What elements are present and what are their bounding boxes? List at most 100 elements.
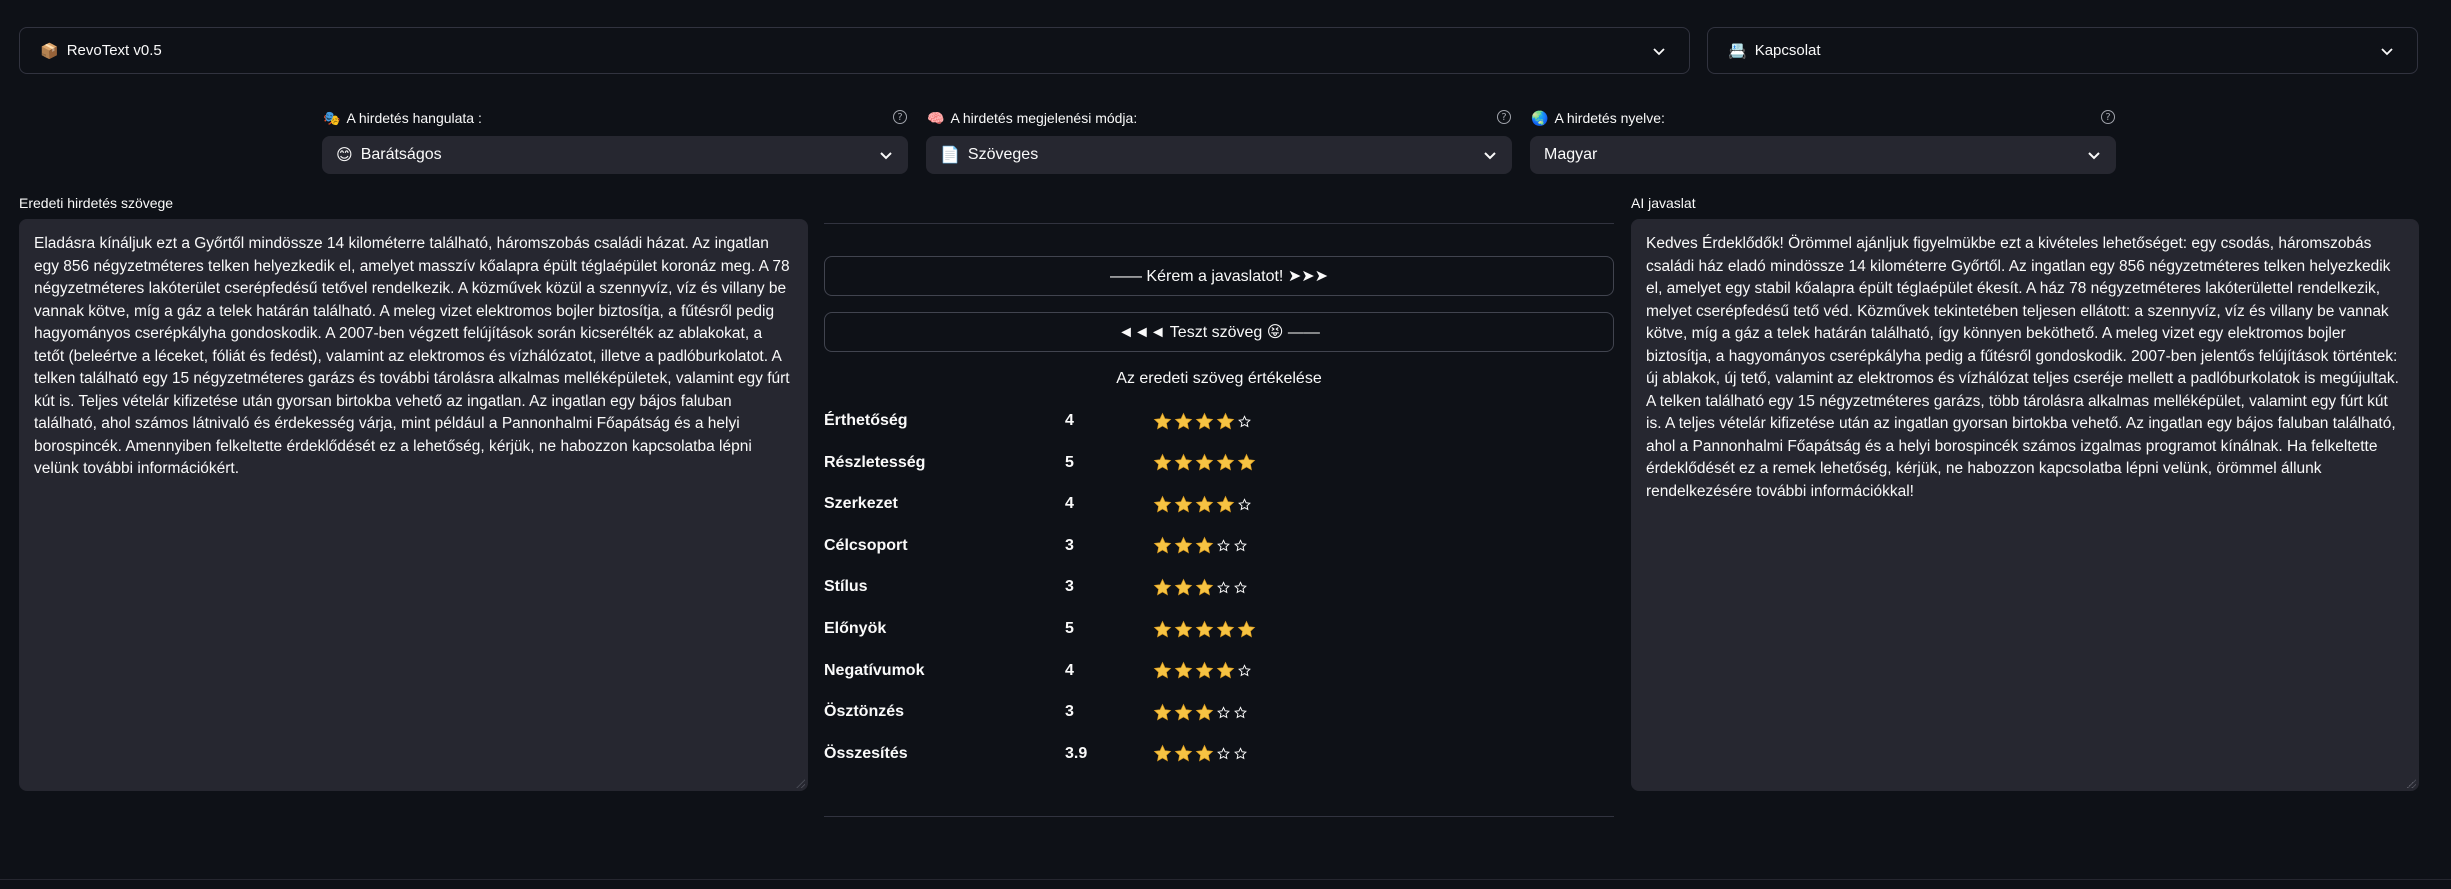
star-filled-icon — [1174, 536, 1193, 554]
expander-title: RevoText v0.5 — [66, 42, 162, 59]
original-text: Eladásra kínáljuk ezt a Győrtől mindössz… — [34, 235, 790, 477]
star-filled-icon — [1153, 744, 1172, 762]
footer-divider — [0, 879, 2451, 880]
star-filled-icon — [1174, 661, 1193, 679]
document-icon: 📄 — [940, 147, 960, 164]
format-select-label: 🧠 A hirdetés megjelenési módja: — [927, 109, 1138, 127]
star-filled-icon — [1153, 536, 1172, 554]
star-filled-icon — [1195, 412, 1214, 429]
help-icon[interactable]: ? — [1497, 110, 1511, 124]
select-value: Magyar — [1544, 146, 1598, 163]
rating-stars — [1153, 575, 1250, 599]
select-value: Szöveges — [967, 146, 1039, 163]
star-filled-icon — [1153, 661, 1172, 679]
rating-stars — [1153, 742, 1250, 766]
rating-category: Stílus — [824, 578, 868, 596]
rating-stars — [1153, 451, 1258, 475]
rating-row: Összesítés 3.9 — [824, 740, 1614, 770]
rating-score: 4 — [1065, 661, 1074, 679]
rating-stars — [1153, 700, 1250, 724]
rating-score: 3 — [1065, 536, 1074, 554]
rating-category: Negatívumok — [824, 661, 925, 679]
original-text-label: Eredeti hirdetés szövege — [19, 195, 174, 211]
rating-score: 4 — [1065, 412, 1074, 429]
star-filled-icon — [1216, 661, 1235, 679]
ai-suggestion-area[interactable]: Kedves Érdeklődők! Örömmel ajánljuk figy… — [1631, 219, 2419, 791]
star-filled-icon — [1153, 453, 1172, 471]
star-empty-icon — [1234, 705, 1247, 719]
star-filled-icon — [1153, 412, 1172, 429]
rating-category: Érthetőség — [824, 412, 908, 429]
star-empty-icon — [1238, 664, 1251, 677]
rating-row: Stílus 3 — [824, 573, 1614, 603]
star-filled-icon — [1237, 453, 1256, 471]
star-filled-icon — [1195, 495, 1214, 513]
rating-stars — [1153, 409, 1254, 433]
resize-handle[interactable] — [2407, 779, 2416, 788]
contact-card-icon: 📇 — [1728, 42, 1747, 60]
star-filled-icon — [1216, 620, 1235, 637]
package-icon: 📦 — [40, 42, 59, 60]
star-filled-icon — [1153, 495, 1172, 513]
star-filled-icon — [1174, 744, 1193, 762]
format-select[interactable]: 📄 Szöveges — [926, 136, 1512, 174]
ai-suggestion-text: Kedves Érdeklődők! Örömmel ajánljuk figy… — [1646, 235, 2399, 500]
star-filled-icon — [1195, 536, 1214, 554]
chevron-down-icon — [2088, 152, 2100, 160]
help-icon[interactable]: ? — [2101, 110, 2115, 124]
rating-row: Ösztönzés 3 — [824, 698, 1614, 728]
select-value: Barátságos — [360, 146, 442, 163]
rating-category: Célcsoport — [824, 536, 908, 554]
star-filled-icon — [1195, 453, 1214, 471]
rating-row: Előnyök 5 — [824, 615, 1614, 645]
star-filled-icon — [1195, 744, 1214, 762]
star-empty-icon — [1234, 539, 1247, 552]
rating-category: Összesítés — [824, 744, 908, 762]
original-text-area[interactable]: Eladásra kínáljuk ezt a Győrtől mindössz… — [19, 219, 808, 791]
star-empty-icon — [1217, 581, 1230, 594]
rating-score: 5 — [1065, 453, 1074, 471]
star-empty-icon — [1238, 414, 1251, 427]
rating-row: Negatívumok 4 — [824, 657, 1614, 687]
language-select-label: 🌏 A hirdetés nyelve: — [1531, 109, 1665, 127]
star-filled-icon — [1174, 620, 1193, 637]
resize-handle[interactable] — [796, 779, 805, 788]
star-filled-icon — [1174, 412, 1193, 429]
rating-score: 3 — [1065, 578, 1074, 596]
rating-row: Részletesség 5 — [824, 449, 1614, 479]
star-filled-icon — [1174, 703, 1193, 721]
suggest-button[interactable]: —— Kérem a javaslatot! ➤➤➤ — [824, 256, 1614, 296]
expander-title: Kapcsolat — [1754, 42, 1821, 59]
smiling-face-icon: 😊 — [336, 147, 353, 164]
divider — [824, 223, 1614, 224]
star-empty-icon — [1217, 747, 1230, 760]
star-filled-icon — [1174, 453, 1193, 471]
rating-score: 4 — [1065, 495, 1074, 513]
mood-select[interactable]: 😊 Barátságos — [322, 136, 908, 174]
star-empty-icon — [1217, 539, 1230, 552]
ai-suggestion-label: AI javaslat — [1631, 195, 1696, 211]
test-text-button[interactable]: ◄◄◄ Teszt szöveg 😝 —— — [824, 312, 1614, 352]
expander-revotext[interactable]: 📦 RevoText v0.5 — [19, 27, 1690, 74]
star-empty-icon — [1217, 705, 1230, 719]
rating-stars — [1153, 534, 1250, 558]
star-filled-icon — [1195, 703, 1214, 721]
mood-select-label: 🎭 A hirdetés hangulata : — [323, 109, 482, 127]
star-filled-icon — [1195, 578, 1214, 596]
language-select[interactable]: Magyar — [1530, 136, 2116, 174]
rating-score: 3 — [1065, 703, 1074, 721]
evaluation-title: Az eredeti szöveg értékelése — [1116, 370, 1322, 387]
rating-row: Célcsoport 3 — [824, 532, 1614, 562]
rating-score: 5 — [1065, 620, 1074, 637]
star-filled-icon — [1153, 578, 1172, 596]
help-icon[interactable]: ? — [893, 110, 907, 124]
rating-row: Érthetőség 4 — [824, 407, 1614, 437]
star-empty-icon — [1238, 497, 1251, 511]
brain-icon: 🧠 — [927, 109, 945, 126]
theater-masks-icon: 🎭 — [323, 109, 341, 126]
rating-stars — [1153, 659, 1254, 683]
star-filled-icon — [1216, 453, 1235, 471]
chevron-down-icon — [2381, 47, 2393, 55]
expander-kapcsolat[interactable]: 📇 Kapcsolat — [1707, 27, 2418, 74]
star-filled-icon — [1237, 620, 1256, 637]
